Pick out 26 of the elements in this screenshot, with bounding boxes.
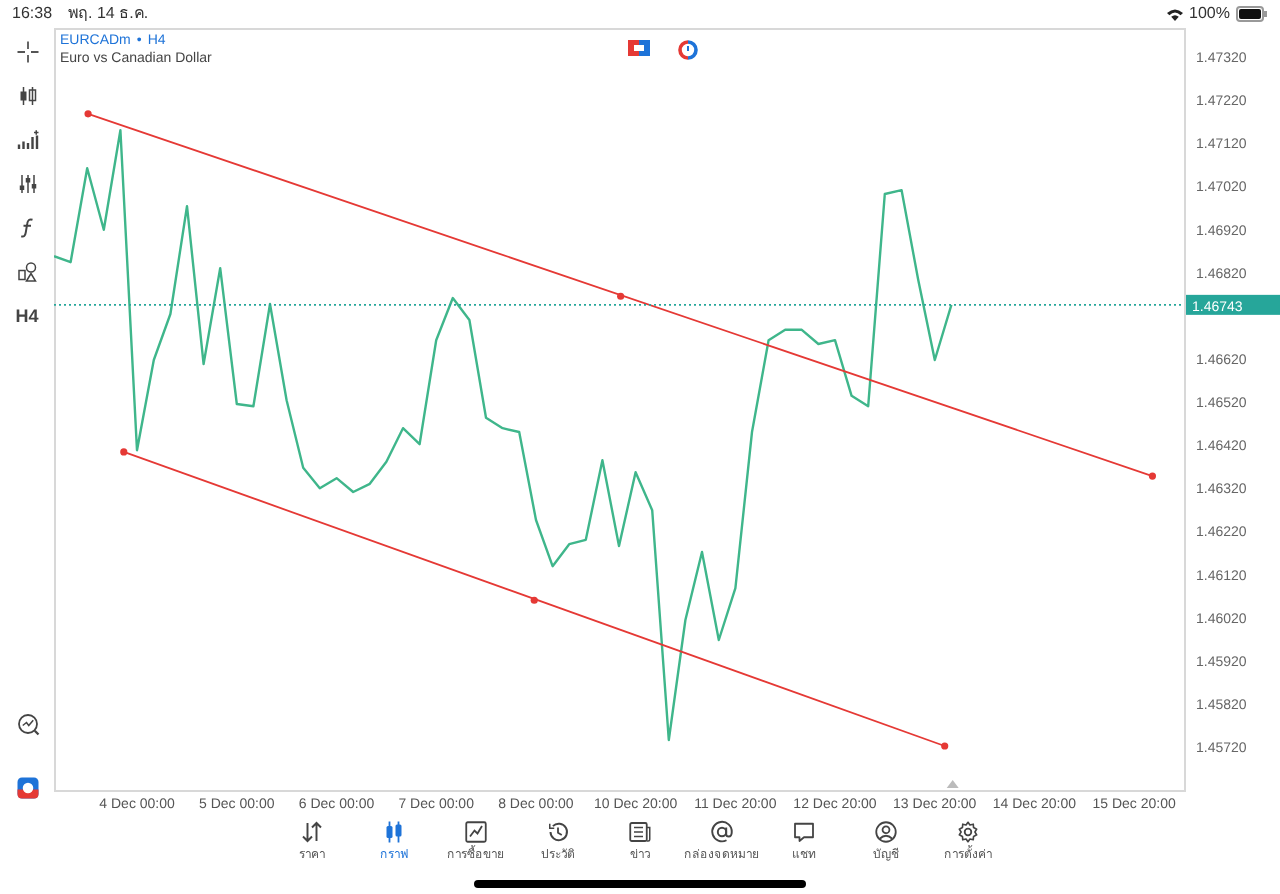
wifi-icon	[1165, 7, 1184, 21]
clock-time: 16:38	[12, 2, 53, 26]
timeframe-button[interactable]: H4	[15, 294, 39, 338]
at-sign-icon	[710, 820, 734, 844]
candlestick-icon	[382, 820, 406, 844]
battery-icon	[1236, 6, 1268, 22]
user-icon	[874, 820, 898, 844]
chat-icon	[792, 820, 816, 844]
crosshair-icon[interactable]	[15, 40, 39, 64]
date-text: พฤ. 14 ธ.ค.	[68, 2, 149, 26]
arrows-icon	[300, 820, 324, 844]
sliders-icon[interactable]	[15, 172, 39, 196]
line-chart-icon	[464, 820, 488, 844]
battery-percent: 100%	[1189, 2, 1230, 26]
history-icon	[546, 820, 570, 844]
one-click-trade-icon[interactable]	[628, 40, 650, 56]
time-marker-icon[interactable]	[946, 780, 959, 788]
shapes-icon[interactable]	[15, 260, 39, 284]
candlestick-icon[interactable]	[15, 84, 39, 108]
settings-icon	[956, 820, 980, 844]
bar-chart-plus-icon[interactable]	[15, 128, 39, 152]
newspaper-icon	[628, 820, 652, 844]
app-logo-icon[interactable]	[15, 776, 39, 800]
clock-icon[interactable]	[678, 40, 698, 60]
chart-magnifier-icon[interactable]	[15, 712, 39, 736]
function-icon[interactable]	[15, 216, 39, 240]
